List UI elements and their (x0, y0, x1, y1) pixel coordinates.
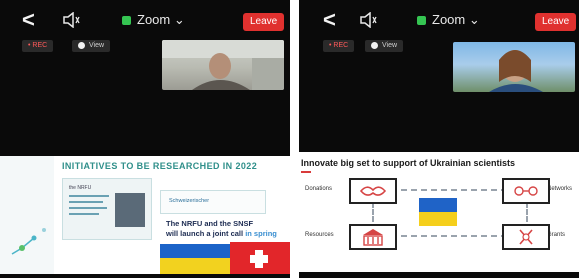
flags-image (160, 242, 290, 274)
leave-button[interactable]: Leave (243, 13, 285, 31)
slide-logo: Schweizerischer (169, 198, 210, 204)
building-icon (363, 229, 383, 246)
slide-photo (115, 193, 145, 227)
leave-button[interactable]: Leave (535, 13, 577, 31)
title-underline (301, 171, 311, 173)
handshake-node (349, 178, 397, 204)
slide-title: Innovate big set to support of Ukrainian… (301, 158, 516, 168)
chevron-down-icon: ⌄ (468, 12, 480, 27)
meeting-title[interactable]: Zoom ⌄ (417, 12, 480, 28)
rec-chip: • REC (323, 40, 355, 52)
meeting-top-bar: < Zoom ⌄ Leave (299, 0, 579, 40)
view-icon (371, 41, 378, 49)
node-label: Donations (305, 186, 333, 192)
participant-video[interactable] (162, 40, 284, 90)
chevron-down-icon: ⌄ (173, 12, 185, 27)
meeting-title[interactable]: Zoom ⌄ (122, 12, 185, 28)
slide-logo-card: Schweizerischer (160, 190, 266, 214)
slide-callout: The NRFU and the SNSF will launch a join… (160, 215, 282, 241)
right-screen: < Zoom ⌄ Leave • REC View Innovate big s… (299, 0, 579, 278)
connector (372, 202, 374, 222)
meeting-top-bar: < Zoom ⌄ Leave (0, 0, 290, 40)
node-label: Resources (305, 232, 334, 238)
speaker-icon[interactable] (62, 12, 80, 28)
view-chip[interactable]: View (365, 40, 404, 52)
building-node (349, 224, 397, 250)
participant-avatar (162, 40, 284, 90)
back-icon[interactable]: < (323, 9, 336, 31)
network-icon (514, 186, 538, 196)
slide-title: INITIATIVES TO BE RESEARCHED IN 2022 (62, 161, 258, 171)
participant-avatar (489, 50, 543, 92)
rec-chip: • REC (22, 40, 54, 52)
back-icon[interactable]: < (22, 9, 35, 31)
left-screen: < Zoom ⌄ Leave • REC View INITIATIVES TO… (0, 0, 290, 278)
shared-screen: INITIATIVES TO BE RESEARCHED IN 2022 the… (0, 156, 290, 274)
handshake-icon (359, 186, 387, 196)
shield-icon (417, 16, 426, 26)
network-node (502, 178, 550, 204)
view-icon (78, 41, 85, 49)
connector (526, 202, 528, 222)
funding-icon (519, 229, 533, 245)
node-label: Networks (547, 186, 573, 192)
funding-node (502, 224, 550, 250)
shield-icon (122, 16, 131, 26)
participant-video[interactable] (453, 42, 575, 92)
ukraine-flag (419, 198, 457, 226)
view-chip[interactable]: View (72, 40, 111, 52)
shared-screen: Innovate big set to support of Ukrainian… (299, 152, 579, 272)
slide-card: the NRFU (62, 178, 152, 240)
speaker-icon[interactable] (359, 12, 377, 28)
